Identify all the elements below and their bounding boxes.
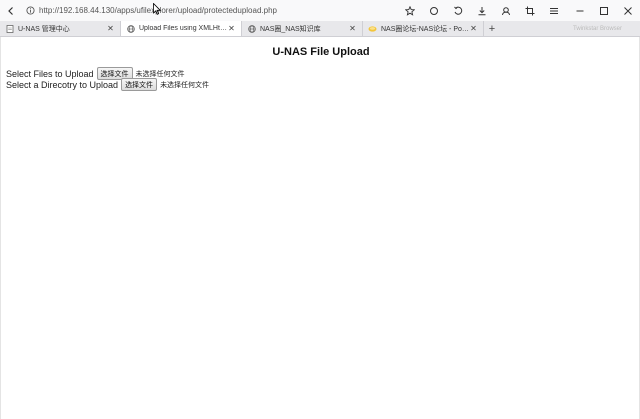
- files-status: 未选择任何文件: [135, 70, 185, 78]
- new-tab-button[interactable]: +: [484, 21, 500, 36]
- tab-nas-knowledge[interactable]: NAS圈_NAS知识库 ✕: [242, 21, 363, 36]
- tab-unas-admin[interactable]: U-NAS 管理中心 ✕: [0, 21, 121, 36]
- back-arrow-icon: [8, 6, 13, 15]
- globe-icon: [247, 24, 256, 33]
- page-content: U-NAS File Upload Select Files to Upload…: [0, 37, 640, 419]
- window-controls: [568, 0, 640, 21]
- close-icon: [624, 6, 632, 15]
- directory-label: Select a Direcotry to Upload: [6, 79, 119, 90]
- download-button[interactable]: [470, 0, 494, 21]
- tab-label: NAS圈_NAS知识库: [260, 25, 321, 33]
- crop-icon: [525, 6, 535, 15]
- undo-button[interactable]: [446, 0, 470, 21]
- files-label: Select Files to Upload: [6, 68, 94, 79]
- forum-icon: [368, 24, 377, 33]
- info-icon: [26, 6, 35, 15]
- star-icon: [405, 5, 415, 16]
- browser-toolbar: http://192.168.44.130/apps/ufilexplorer/…: [0, 0, 640, 21]
- minimize-icon: [576, 10, 584, 11]
- tab-close-icon[interactable]: ✕: [227, 24, 236, 33]
- directory-status: 未选择任何文件: [160, 81, 210, 89]
- tab-label: NAS圈论坛-NAS论坛 - Powered by: [381, 25, 469, 33]
- refresh-button[interactable]: [422, 0, 446, 21]
- refresh-icon: [430, 6, 438, 15]
- minimize-button[interactable]: [568, 0, 592, 21]
- plus-icon: +: [488, 22, 496, 35]
- menu-icon: [550, 7, 558, 14]
- menu-button[interactable]: [542, 0, 566, 21]
- tab-close-icon[interactable]: ✕: [348, 24, 357, 33]
- page-icon: [5, 24, 14, 33]
- tab-strip: U-NAS 管理中心 ✕ Upload Files using XMLHttpR…: [0, 21, 640, 37]
- choose-directory-button[interactable]: 选择文件: [121, 78, 158, 91]
- bookmark-button[interactable]: [398, 0, 422, 21]
- globe-icon: [126, 24, 135, 33]
- mouse-cursor-icon: [153, 3, 161, 15]
- maximize-button[interactable]: [592, 0, 616, 21]
- tab-close-icon[interactable]: ✕: [106, 24, 115, 33]
- toolbar-icons: [398, 0, 566, 21]
- browser-brand-text: Twinkstar Browser: [572, 25, 622, 32]
- directory-select-row: Select a Direcotry to Upload 选择文件 未选择任何文…: [6, 78, 209, 91]
- screenshot-button[interactable]: [518, 0, 542, 21]
- tab-upload-files[interactable]: Upload Files using XMLHttpRequest ✕: [121, 21, 242, 36]
- back-button[interactable]: [0, 0, 22, 21]
- user-icon: [502, 6, 510, 15]
- maximize-icon: [600, 6, 608, 15]
- download-icon: [478, 6, 486, 15]
- address-bar[interactable]: http://192.168.44.130/apps/ufilexplorer/…: [26, 2, 396, 19]
- account-button[interactable]: [494, 0, 518, 21]
- tab-close-icon[interactable]: ✕: [469, 24, 478, 33]
- page-title: U-NAS File Upload: [272, 46, 370, 58]
- tab-label: U-NAS 管理中心: [18, 25, 70, 33]
- tab-label: Upload Files using XMLHttpRequest: [139, 25, 227, 32]
- undo-icon: [454, 6, 463, 15]
- tab-nas-forum[interactable]: NAS圈论坛-NAS论坛 - Powered by ✕: [363, 21, 484, 36]
- close-window-button[interactable]: [616, 0, 640, 21]
